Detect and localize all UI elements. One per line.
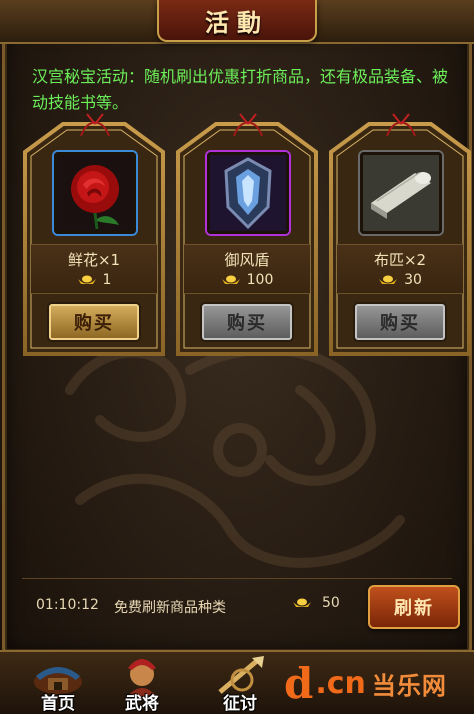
buy-button[interactable]: 购买 <box>353 302 447 342</box>
shop-item-card: 鲜花×1 1 购买 <box>23 112 165 356</box>
price-value: 1 <box>102 272 112 288</box>
item-name: 鲜花×1 <box>67 251 121 269</box>
divider <box>22 578 452 579</box>
nav-item-general[interactable]: 武将 <box>102 654 182 714</box>
title-plate: 活動 <box>157 0 317 42</box>
nav-label: 首页 <box>41 694 75 714</box>
refresh-cost: 50 <box>292 595 340 611</box>
item-price: 30 <box>337 272 463 288</box>
item-name: 布匹×2 <box>373 251 427 269</box>
shop-item-card: 布匹×2 30 购买 <box>329 112 471 356</box>
nav-item-expedition[interactable]: 征讨 <box>200 654 280 714</box>
gold-ingot-icon <box>77 275 96 284</box>
rose-icon[interactable] <box>54 152 136 234</box>
gold-ingot-icon <box>293 598 311 607</box>
item-name: 御风盾 <box>224 251 270 269</box>
shop-item-card: 御风盾 100 购买 <box>176 112 318 356</box>
price-value: 100 <box>246 272 274 288</box>
buy-button[interactable]: 购买 <box>200 302 294 342</box>
activity-description: 汉宫秘宝活动：随机刷出优惠打折商品，还有极品装备、被动技能书等。 <box>32 67 449 112</box>
nav-label: 征讨 <box>223 694 257 714</box>
page-title: 活動 <box>205 8 269 37</box>
nav-item-home[interactable]: 首页 <box>18 654 98 714</box>
refresh-cost-value: 50 <box>322 595 340 611</box>
item-info: 御风盾 100 <box>184 244 310 294</box>
gold-ingot-icon <box>221 275 240 284</box>
item-price: 100 <box>184 272 310 288</box>
item-price: 1 <box>31 272 157 288</box>
cloth-roll-icon[interactable] <box>360 152 442 234</box>
buy-button[interactable]: 购买 <box>47 302 141 342</box>
watermark-zh: 当乐网 <box>371 671 447 700</box>
refresh-description: 免费刷新商品种类 <box>114 600 226 616</box>
site-watermark-logo: d .cn 当乐网 <box>284 652 474 714</box>
activity-screen: 活動 汉宫秘宝活动：随机刷出优惠打折商品，还有极品装备、被动技能书等。 鲜花×1… <box>0 0 474 714</box>
title-bar: 活動 <box>0 0 474 44</box>
watermark-d: d <box>284 658 314 708</box>
watermark-cn: .cn <box>315 665 366 701</box>
item-info: 鲜花×1 1 <box>31 244 157 294</box>
gold-ingot-icon <box>379 275 398 284</box>
refresh-button[interactable]: 刷新 <box>368 585 460 629</box>
hanging-string-icon <box>80 113 110 137</box>
shield-icon[interactable] <box>207 152 289 234</box>
hanging-string-icon <box>386 113 416 137</box>
refresh-timer: 01:10:12 <box>36 597 99 613</box>
price-value: 30 <box>404 272 422 288</box>
item-info: 布匹×2 30 <box>337 244 463 294</box>
nav-label: 武将 <box>125 694 159 714</box>
hanging-string-icon <box>233 113 263 137</box>
